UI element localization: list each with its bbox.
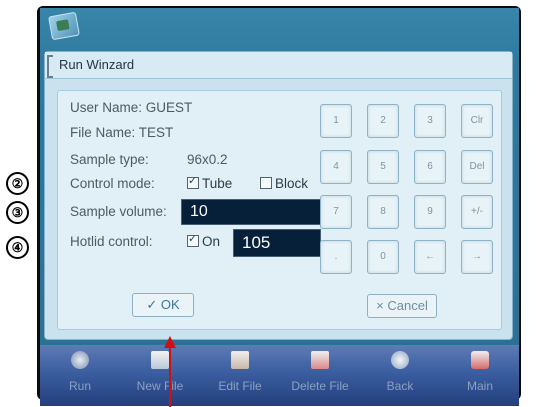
on-label: On	[202, 234, 221, 249]
keypad-key-plus-minus[interactable]: +/-	[461, 195, 493, 229]
main-icon	[471, 351, 489, 369]
keypad-key-5[interactable]: 5	[367, 150, 399, 184]
toolbar-run[interactable]: Run	[40, 345, 120, 403]
keypad-key-clr[interactable]: Clr	[461, 104, 493, 138]
block-label: Block	[275, 176, 309, 191]
edit-file-icon	[231, 351, 249, 369]
pointer-arrow	[169, 346, 171, 407]
toolbar-run-label: Run	[68, 379, 91, 393]
keypad-key-2[interactable]: 2	[367, 104, 399, 138]
sample-volume-input[interactable]: 10	[181, 199, 321, 225]
sample-type-label: Sample type:	[70, 152, 149, 167]
keypad-key-4[interactable]: 4	[320, 150, 352, 184]
keypad-key-1[interactable]: 1	[320, 104, 352, 138]
device-screen: Run Winzard User Name: GUEST File Name: …	[40, 8, 519, 406]
toolbar-new-file[interactable]: New File	[120, 345, 200, 403]
hotlid-control-label: Hotlid control:	[70, 234, 153, 249]
toolbar-delete-file-label: Delete File	[291, 379, 349, 393]
keypad-key-9[interactable]: 9	[414, 195, 446, 229]
block-checkbox[interactable]: Block	[260, 176, 308, 191]
hotlid-on-checkbox[interactable]: On	[187, 232, 221, 249]
toolbar-main-label: Main	[466, 379, 493, 393]
hotlid-temperature-input[interactable]: 105	[233, 229, 321, 257]
title-bracket	[47, 55, 53, 78]
toolbar-back-label: Back	[386, 379, 414, 393]
tube-check-icon	[187, 174, 199, 189]
block-check-icon	[260, 177, 272, 189]
pointer-arrowhead	[164, 336, 176, 348]
toolbar-edit-file[interactable]: Edit File	[200, 345, 280, 403]
keypad-key-right[interactable]: →	[461, 240, 493, 274]
marker-2: ②	[6, 172, 29, 195]
keypad-key-decimal[interactable]: .	[320, 240, 352, 274]
sample-type-value: 96x0.2	[187, 152, 228, 167]
dialog-title: Run Winzard	[59, 57, 135, 72]
marker-4: ④	[6, 236, 29, 259]
toolbar-back[interactable]: Back	[360, 345, 440, 403]
keypad-key-7[interactable]: 7	[320, 195, 352, 229]
toolbar-edit-file-label: Edit File	[218, 379, 262, 393]
keypad-key-del[interactable]: Del	[461, 150, 493, 184]
keypad-key-0[interactable]: 0	[367, 240, 399, 274]
app-logo-icon	[48, 11, 80, 41]
file-name-text: File Name: TEST	[70, 125, 174, 140]
delete-file-icon	[311, 351, 329, 369]
keypad-key-6[interactable]: 6	[414, 150, 446, 184]
ok-button[interactable]: ✓ OK	[132, 293, 194, 317]
control-mode-label: Control mode:	[70, 176, 155, 191]
tube-checkbox[interactable]: Tube	[187, 174, 233, 191]
keypad-key-3[interactable]: 3	[414, 104, 446, 138]
tube-label: Tube	[202, 176, 233, 191]
user-name-text: User Name: GUEST	[70, 100, 193, 115]
dialog-panel: User Name: GUEST File Name: TEST Sample …	[57, 90, 502, 330]
keypad-key-8[interactable]: 8	[367, 195, 399, 229]
toolbar-delete-file[interactable]: Delete File	[280, 345, 360, 403]
bottom-toolbar: Run New File Edit File Delete File Back …	[40, 345, 519, 406]
new-file-icon	[151, 351, 169, 369]
on-check-icon	[187, 232, 199, 247]
marker-3: ③	[6, 201, 29, 224]
toolbar-new-file-label: New File	[136, 379, 184, 393]
run-icon	[71, 351, 89, 369]
dialog-title-bar: Run Winzard	[45, 52, 512, 79]
keypad-key-left[interactable]: ←	[414, 240, 446, 274]
sample-volume-label: Sample volume:	[70, 204, 167, 219]
run-wizard-dialog: Run Winzard User Name: GUEST File Name: …	[44, 51, 513, 340]
back-icon	[391, 351, 409, 369]
cancel-button[interactable]: × Cancel	[367, 294, 437, 318]
toolbar-main[interactable]: Main	[440, 345, 519, 403]
